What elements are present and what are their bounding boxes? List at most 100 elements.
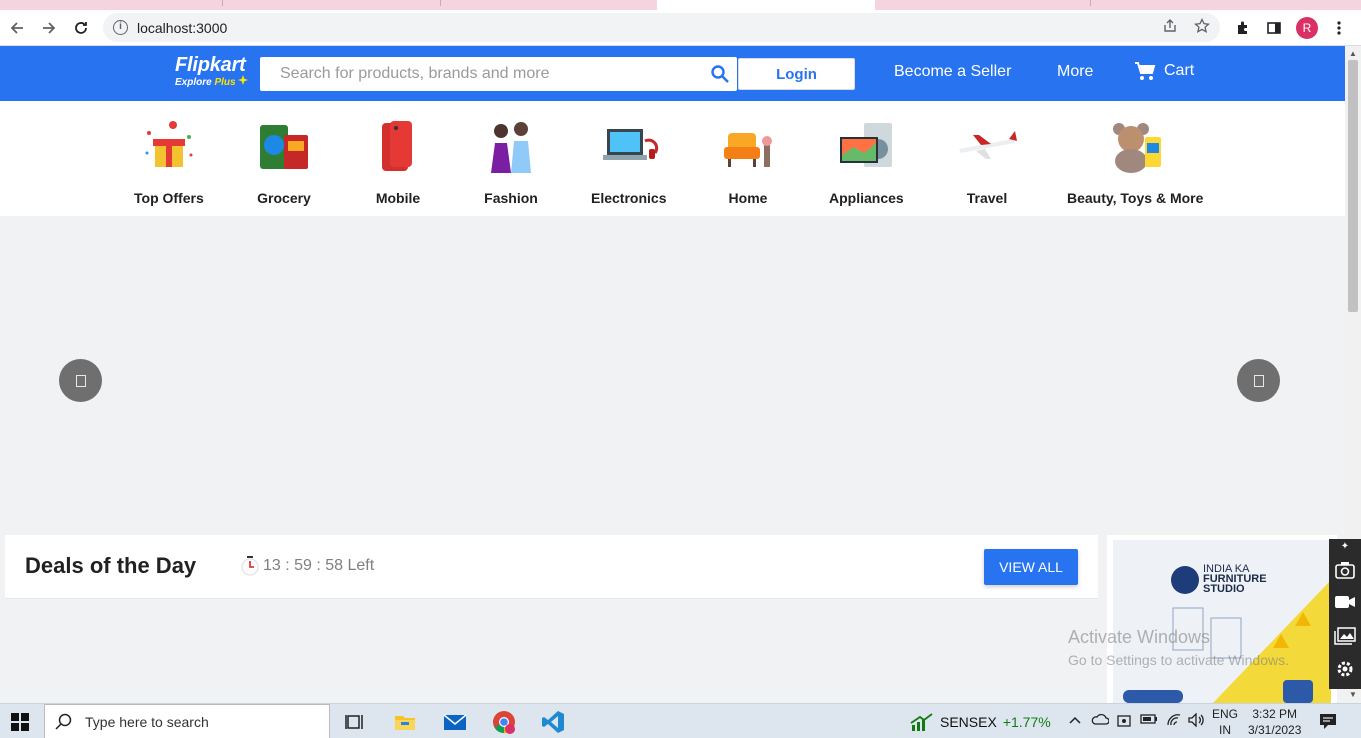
tab-strip	[0, 0, 1361, 10]
clock-date: 3/31/2023	[1248, 723, 1302, 737]
cart-icon	[1135, 62, 1156, 80]
deals-title: Deals of the Day	[25, 553, 197, 578]
category-mobile[interactable]: Mobile	[366, 115, 430, 206]
search-box	[260, 57, 737, 91]
ticker-change: +1.77%	[1002, 714, 1051, 730]
category-beauty-toys[interactable]: Beauty, Toys & More	[1067, 115, 1203, 206]
browser-menu-icon[interactable]	[1327, 16, 1351, 40]
windows-taskbar: Type here to search SENSEX +1.77% ENG IN	[0, 703, 1361, 738]
plus-star-icon	[238, 75, 249, 85]
category-grocery[interactable]: Grocery	[252, 115, 316, 206]
site-header: Flipkart Explore Plus Login Become a Sel…	[0, 46, 1345, 101]
reload-icon[interactable]	[69, 16, 93, 40]
carousel-next-button[interactable]	[1237, 359, 1280, 402]
forward-icon[interactable]	[37, 16, 61, 40]
task-view-icon[interactable]	[343, 711, 367, 733]
language-indicator[interactable]: ENG IN	[1212, 706, 1238, 738]
category-label: Fashion	[484, 190, 538, 206]
volume-icon[interactable]	[1188, 712, 1206, 730]
category-top-offers[interactable]: Top Offers	[134, 115, 204, 206]
category-home[interactable]: Home	[716, 115, 780, 206]
category-nav: Top Offers Grocery Mobile Fashion Electr…	[0, 101, 1345, 216]
extensions-icon[interactable]	[1231, 16, 1255, 40]
address-bar[interactable]: i localhost:3000	[103, 13, 1220, 42]
site-info-icon[interactable]: i	[113, 20, 128, 35]
become-seller-link[interactable]: Become a Seller	[894, 63, 1011, 81]
login-button[interactable]: Login	[738, 58, 855, 90]
scroll-up-icon[interactable]: ▲	[1349, 49, 1357, 58]
search-icon	[55, 713, 72, 730]
sensex-widget[interactable]: SENSEX +1.77%	[910, 713, 1051, 731]
view-all-button[interactable]: VIEW ALL	[984, 549, 1078, 585]
scroll-thumb[interactable]	[1348, 60, 1358, 312]
ad-line-3: STUDIO	[1203, 583, 1245, 595]
gallery-icon[interactable]	[1334, 627, 1356, 647]
category-appliances[interactable]: Appliances	[829, 115, 904, 206]
windows-start-icon[interactable]	[8, 711, 32, 733]
activation-watermark: Activate Windows Go to Settings to activ…	[1068, 627, 1289, 668]
cart-link[interactable]: Cart	[1134, 61, 1194, 81]
pin-icon[interactable]: ✦	[1334, 541, 1356, 561]
settings-gear-icon[interactable]	[1334, 659, 1356, 679]
share-icon[interactable]	[1162, 18, 1178, 38]
battery-icon[interactable]	[1140, 713, 1158, 728]
active-tab[interactable]	[657, 0, 875, 10]
category-electronics[interactable]: Electronics	[591, 115, 666, 206]
watermark-line-1: Activate Windows	[1068, 627, 1211, 647]
furniture-ad-banner[interactable]: INDIA KA FURNITURE STUDIO	[1107, 535, 1337, 703]
carousel-prev-button[interactable]	[59, 359, 102, 402]
search-icon[interactable]	[710, 64, 730, 84]
more-menu[interactable]: More	[1057, 63, 1093, 81]
category-label: Top Offers	[134, 190, 204, 206]
mail-icon[interactable]	[443, 711, 467, 733]
missing-glyph-icon	[1253, 374, 1264, 387]
logo-plus: Plus	[214, 77, 236, 88]
timer-text: 13 : 59 : 58 Left	[263, 557, 375, 574]
region-code: IN	[1219, 723, 1231, 737]
search-input[interactable]	[260, 57, 700, 91]
file-explorer-icon[interactable]	[393, 711, 417, 733]
category-fashion[interactable]: Fashion	[479, 115, 543, 206]
category-label: Electronics	[591, 190, 667, 206]
appliance-icon	[834, 115, 898, 179]
category-label: Appliances	[829, 190, 904, 206]
clock-icon	[241, 556, 259, 576]
watermark-line-2: Go to Settings to activate Windows.	[1068, 652, 1289, 668]
onedrive-icon[interactable]	[1091, 713, 1110, 728]
system-clock[interactable]: 3:32 PM 3/31/2023	[1248, 706, 1301, 738]
side-panel-icon[interactable]	[1262, 16, 1286, 40]
chrome-icon[interactable]	[492, 711, 516, 734]
meet-icon[interactable]	[1117, 713, 1131, 732]
category-label: Grocery	[257, 190, 311, 206]
logo-explore: Explore	[175, 77, 212, 88]
bookmark-star-icon[interactable]	[1193, 17, 1211, 38]
tray-chevron-icon[interactable]	[1069, 713, 1081, 728]
airplane-icon	[955, 115, 1019, 179]
tab-separator	[440, 0, 441, 6]
clock-time: 3:32 PM	[1252, 707, 1298, 721]
vscode-icon[interactable]	[541, 711, 565, 733]
wifi-icon[interactable]	[1166, 713, 1182, 730]
back-icon[interactable]	[5, 16, 29, 40]
fashion-icon	[479, 115, 543, 179]
browser-toolbar: i localhost:3000 R	[0, 10, 1361, 46]
taskbar-search-text: Type here to search	[85, 713, 209, 730]
camera-icon[interactable]	[1334, 561, 1356, 581]
deals-section: Deals of the Day 13 : 59 : 58 Left VIEW …	[5, 535, 1098, 599]
video-icon[interactable]	[1334, 594, 1356, 614]
flipkart-logo[interactable]: Flipkart Explore Plus	[175, 54, 249, 88]
page-viewport: Flipkart Explore Plus Login Become a Sel…	[0, 46, 1345, 703]
ticker-name: SENSEX	[940, 714, 997, 730]
category-travel[interactable]: Travel	[955, 115, 1019, 206]
missing-glyph-icon	[75, 374, 86, 387]
ad-text: INDIA KA FURNITURE STUDIO	[1203, 564, 1267, 595]
notification-icon[interactable]	[1319, 712, 1337, 733]
profile-avatar[interactable]: R	[1295, 16, 1319, 40]
scroll-down-icon[interactable]: ▼	[1349, 690, 1357, 699]
taskbar-search[interactable]: Type here to search	[44, 704, 330, 738]
sofa-icon	[716, 115, 780, 179]
mobile-icon	[366, 115, 430, 179]
tab-separator	[1090, 0, 1091, 6]
category-label: Mobile	[375, 190, 421, 206]
url-text: localhost:3000	[137, 20, 228, 36]
